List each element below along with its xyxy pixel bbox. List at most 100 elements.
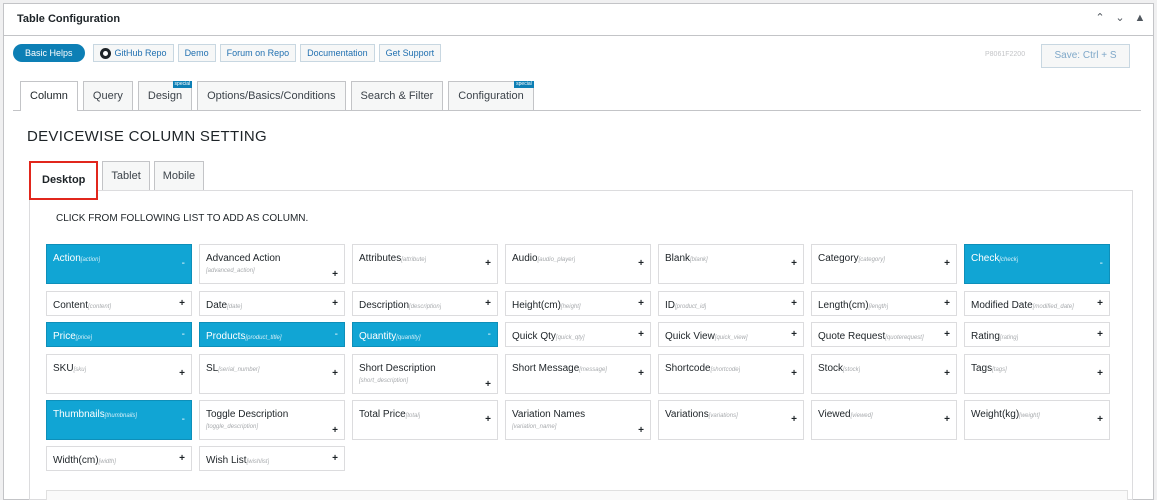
column-option-check[interactable]: Check[check] -: [964, 244, 1110, 284]
column-option-key: [modified_date]: [1032, 304, 1074, 310]
column-option-name: Category[category]: [818, 253, 885, 264]
column-option-audio-player[interactable]: Audio[audio_player] +: [505, 244, 651, 284]
save-button[interactable]: Save: Ctrl + S: [1041, 44, 1130, 68]
column-option-sku[interactable]: SKU[sku] +: [46, 354, 192, 394]
column-option-category[interactable]: Category[category] +: [811, 244, 957, 284]
tab-design[interactable]: Design special: [137, 81, 193, 110]
device-tab-desktop[interactable]: Desktop: [29, 161, 99, 200]
column-option-key: [toggle_description]: [206, 424, 259, 430]
column-option-name: Description[description]: [359, 300, 442, 311]
column-option-name: Modified Date[modified_date]: [971, 300, 1074, 311]
column-option-action[interactable]: Action[action] -: [46, 244, 192, 284]
column-option-date[interactable]: Date[date] +: [199, 291, 345, 316]
tab-configuration[interactable]: Configuration special: [448, 81, 534, 110]
tab-query[interactable]: Query: [82, 81, 133, 110]
column-option-name: Short Message[message]: [512, 363, 607, 374]
add-icon: +: [944, 297, 950, 309]
add-icon: +: [179, 297, 185, 309]
add-icon: +: [791, 297, 797, 309]
remove-icon: -: [181, 258, 185, 269]
column-option-length[interactable]: Length(cm)[length] +: [811, 291, 957, 316]
column-option-quoterequest[interactable]: Quote Request[quoterequest] +: [811, 322, 957, 347]
column-option-width[interactable]: Width(cm)[width] +: [46, 446, 192, 471]
column-option-advanced-action[interactable]: Advanced Action [advanced_action] +: [199, 244, 345, 284]
tab-options-basics-conditions[interactable]: Options/Basics/Conditions: [197, 81, 346, 110]
column-option-tags[interactable]: Tags[tags] +: [964, 354, 1110, 394]
column-option-name: Wish List[wishlist]: [206, 455, 270, 466]
add-icon: +: [485, 297, 491, 309]
column-option-key: [content]: [88, 304, 112, 310]
column-option-key: [quantity]: [396, 335, 421, 341]
column-option-modified-date[interactable]: Modified Date[modified_date] +: [964, 291, 1110, 316]
column-option-key: [shortcode]: [710, 367, 741, 373]
add-icon: +: [1097, 328, 1103, 340]
column-option-attribute[interactable]: Attributes[attribute] +: [352, 244, 498, 284]
add-icon: +: [638, 258, 644, 269]
basic-helps-button[interactable]: Basic Helps: [13, 44, 85, 62]
tab-label: Query: [92, 90, 123, 102]
column-option-quick-qty[interactable]: Quick Qty[quick_qty] +: [505, 322, 651, 347]
column-option-description[interactable]: Description[description] +: [352, 291, 498, 316]
column-option-rating[interactable]: Rating[rating] +: [964, 322, 1110, 347]
column-option-variations[interactable]: Variations[variations] +: [658, 400, 804, 440]
tab-column[interactable]: Column: [20, 81, 78, 111]
github-icon: [99, 47, 111, 59]
panel-header: Table Configuration ⌃ ⌄ ▲: [4, 4, 1153, 36]
column-option-toggle-description[interactable]: Toggle Description [toggle_description] +: [199, 400, 345, 440]
collapse-triangle-icon[interactable]: ▲: [1133, 12, 1147, 24]
tab-search-filter[interactable]: Search & Filter: [350, 81, 444, 110]
column-option-weight[interactable]: Weight(kg)[weight] +: [964, 400, 1110, 440]
get-support-link[interactable]: Get Support: [378, 44, 442, 62]
add-icon: +: [485, 414, 491, 425]
chevron-down-icon[interactable]: ⌄: [1113, 11, 1127, 24]
column-option-key: [price]: [75, 335, 93, 341]
column-option-name: Variations[variations]: [665, 409, 738, 420]
demo-link[interactable]: Demo: [177, 44, 216, 62]
column-option-key: [audio_player]: [537, 257, 576, 263]
column-option-price[interactable]: Price[price] -: [46, 322, 192, 347]
column-option-key: [height]: [560, 304, 581, 310]
column-option-product-id[interactable]: ID[product_id] +: [658, 291, 804, 316]
column-option-wishlist[interactable]: Wish List[wishlist] +: [199, 446, 345, 471]
column-option-serial-number[interactable]: SL[serial_number] +: [199, 354, 345, 394]
column-option-key: [check]: [999, 257, 1019, 263]
column-option-name: Width(cm)[width]: [53, 455, 116, 466]
column-option-height[interactable]: Height(cm)[height] +: [505, 291, 651, 316]
chevron-up-icon[interactable]: ⌃: [1093, 11, 1107, 24]
column-option-blank[interactable]: Blank[blank] +: [658, 244, 804, 284]
device-tab-tablet[interactable]: Tablet: [102, 161, 150, 190]
column-option-shortcode[interactable]: Shortcode[shortcode] +: [658, 354, 804, 394]
column-option-key: [attribute]: [401, 257, 427, 263]
column-option-name: Toggle Description: [206, 409, 289, 420]
column-option-name: Quantity[quantity]: [359, 331, 421, 342]
column-option-stock[interactable]: Stock[stock] +: [811, 354, 957, 394]
remove-icon: -: [181, 328, 185, 340]
column-option-variation-name[interactable]: Variation Names [variation_name] +: [505, 400, 651, 440]
column-option-message[interactable]: Short Message[message] +: [505, 354, 651, 394]
add-icon: +: [332, 297, 338, 309]
column-option-name: Check[check]: [971, 253, 1019, 264]
column-option-thumbnails[interactable]: Thumbnails[thumbnails] -: [46, 400, 192, 440]
column-option-name: Attributes[attribute]: [359, 253, 427, 264]
column-option-short-description[interactable]: Short Description [short_description] +: [352, 354, 498, 394]
documentation-link[interactable]: Documentation: [300, 44, 375, 62]
column-option-key: [tags]: [992, 367, 1007, 373]
add-icon: +: [332, 269, 338, 280]
column-option-name: Stock[stock]: [818, 363, 861, 374]
column-option-content[interactable]: Content[content] +: [46, 291, 192, 316]
column-option-total[interactable]: Total Price[total] +: [352, 400, 498, 440]
column-option-product-title[interactable]: Products[product_title] -: [199, 322, 345, 347]
add-icon: +: [638, 425, 644, 436]
column-option-quick-view[interactable]: Quick View[quick_view] +: [658, 322, 804, 347]
forum-link[interactable]: Forum on Repo: [219, 44, 297, 62]
remove-icon: -: [181, 414, 185, 425]
column-option-name: ID[product_id]: [665, 300, 707, 311]
column-option-key: [date]: [227, 304, 243, 310]
device-tabs: Desktop Tablet Mobile: [29, 161, 208, 200]
column-option-quantity[interactable]: Quantity[quantity] -: [352, 322, 498, 347]
github-repo-link[interactable]: GitHub Repo: [92, 44, 174, 62]
device-tab-mobile[interactable]: Mobile: [153, 161, 205, 190]
column-option-key: [thumbnails]: [104, 413, 138, 419]
column-option-viewed[interactable]: Viewed[viewed] +: [811, 400, 957, 440]
column-option-name: Advanced Action: [206, 253, 281, 264]
